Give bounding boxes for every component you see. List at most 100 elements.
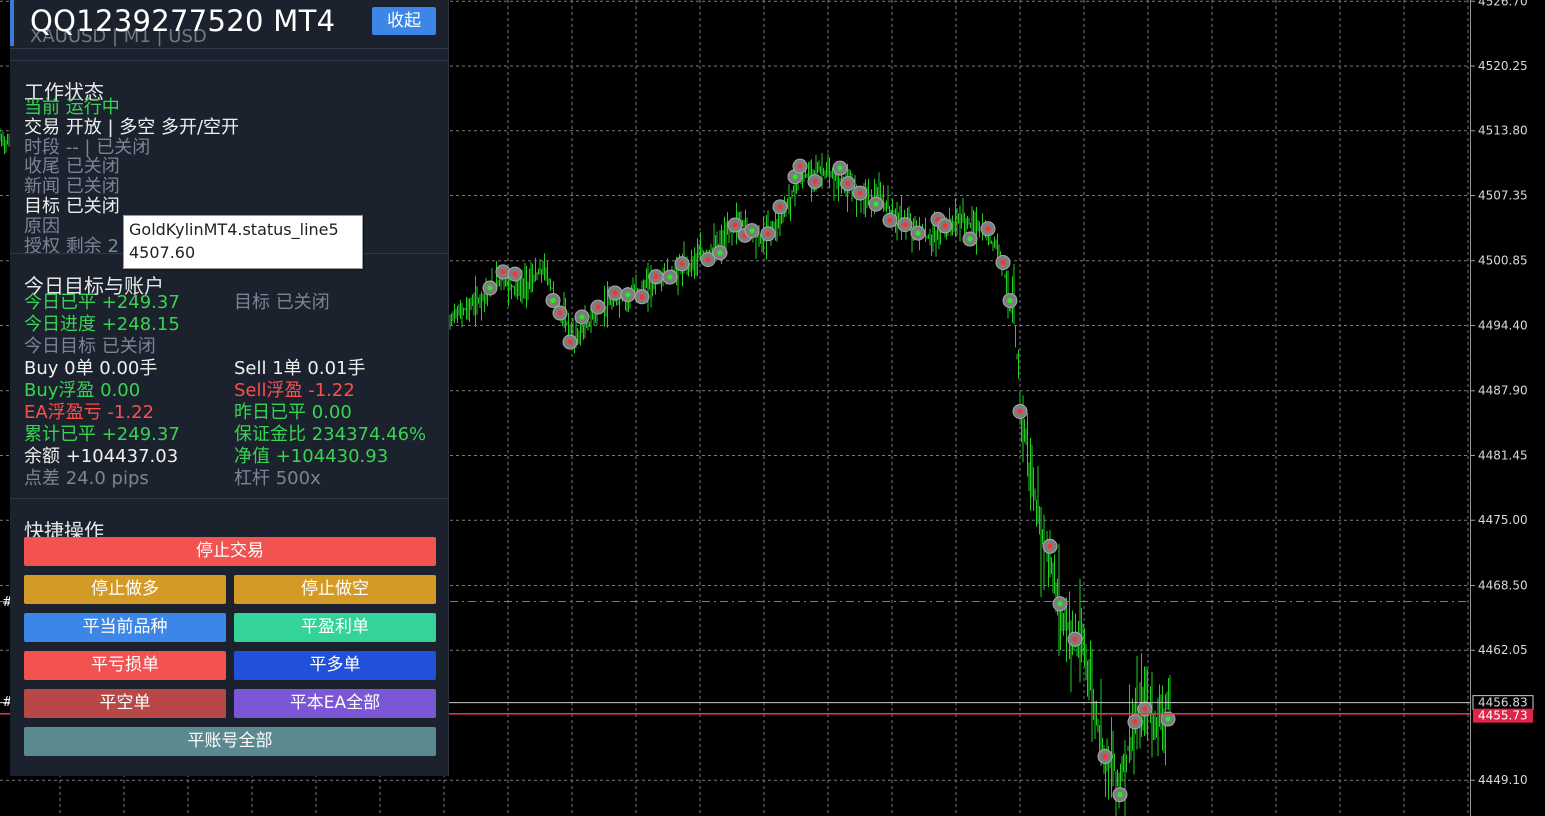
- status-row: 收尾 已关闭: [24, 156, 120, 178]
- trade-marker-dot: [887, 217, 893, 223]
- trade-marker-dot: [500, 269, 506, 275]
- price-tick-label: 4526.70: [1478, 0, 1528, 8]
- panel-accent-bar: [10, 0, 14, 46]
- trade-marker-dot: [749, 228, 755, 234]
- price-axis-bg: [1470, 0, 1545, 816]
- trade-marker-dot: [567, 339, 573, 345]
- account-left-row: 余额 +104437.03: [24, 446, 179, 467]
- trade-marker-dot: [915, 230, 921, 236]
- account-left-row: 今日进度 +248.15: [24, 314, 180, 335]
- price-tick-label: 4462.05: [1478, 643, 1528, 657]
- trade-marker-dot: [1117, 792, 1123, 798]
- close-account-all-button[interactable]: 平账号全部: [24, 727, 436, 756]
- account-left-row: 累计已平 +249.37: [24, 424, 180, 445]
- trade-marker-dot: [550, 297, 556, 303]
- divider: [10, 498, 448, 499]
- trade-markers: [482, 158, 1176, 803]
- trade-marker-dot: [1017, 408, 1023, 414]
- stop-trading-button[interactable]: 停止交易: [24, 537, 436, 566]
- trade-marker-dot: [873, 201, 879, 207]
- account-right-row: 净值 +104430.93: [234, 446, 389, 467]
- price-tick-label: 4468.50: [1478, 578, 1528, 592]
- status-row: 交易 开放 | 多空 多开/空开: [24, 116, 240, 138]
- stop-short-button[interactable]: 停止做空: [234, 575, 436, 604]
- account-right-row: 目标 已关闭: [234, 292, 330, 313]
- trade-marker-dot: [1072, 636, 1078, 642]
- price-tick-label: 4481.45: [1478, 448, 1528, 462]
- trade-marker-dot: [1132, 719, 1138, 725]
- trade-marker-dot: [639, 294, 645, 300]
- bid-price-label: 4455.73: [1478, 709, 1528, 723]
- trade-marker-dot: [777, 204, 783, 210]
- price-tick-label: 4513.80: [1478, 124, 1528, 138]
- status-row: 当前 运行中: [24, 97, 120, 118]
- price-tick-label: 4500.85: [1478, 254, 1528, 268]
- trade-marker-dot: [845, 181, 851, 187]
- status-row: 新闻 已关闭: [24, 176, 120, 198]
- trade-marker-dot: [612, 290, 618, 296]
- close-ea-all-button[interactable]: 平本EA全部: [234, 689, 436, 718]
- trade-marker-dot: [1000, 259, 1006, 265]
- panel-title: QQ1239277520 MT4: [30, 4, 336, 38]
- trade-marker-dot: [717, 250, 723, 256]
- trade-marker-dot: [837, 165, 843, 171]
- trade-marker-dot: [487, 285, 493, 291]
- trade-marker-dot: [985, 226, 991, 232]
- trade-marker-dot: [902, 222, 908, 228]
- trade-marker-dot: [732, 222, 738, 228]
- trade-marker-dot: [512, 271, 518, 277]
- close-sell-button[interactable]: 平空单: [24, 689, 226, 718]
- status-row: 原因: [24, 215, 60, 237]
- ea-control-panel: XAUUSD | M1 | USD QQ1239277520 MT4 收起 工作…: [10, 0, 449, 776]
- divider: [10, 48, 448, 49]
- trade-marker-dot: [557, 310, 563, 316]
- account-left-row: 点差 24.0 pips: [24, 468, 149, 489]
- price-tick-label: 4507.35: [1478, 188, 1528, 202]
- ask-price-label: 4456.83: [1478, 696, 1528, 710]
- trade-marker-dot: [625, 292, 631, 298]
- trade-marker-dot: [1047, 543, 1053, 549]
- trade-marker-dot: [812, 179, 818, 185]
- price-tick-label: 4487.90: [1478, 384, 1528, 398]
- trade-marker-dot: [967, 236, 973, 242]
- account-right-row: 保证金比 234374.46%: [234, 424, 427, 445]
- status-row: 目标 已关闭: [24, 196, 120, 217]
- trade-marker-dot: [857, 190, 863, 196]
- trade-marker-dot: [1007, 298, 1013, 304]
- account-left-row: 今日已平 +249.37: [24, 292, 180, 313]
- trade-marker-dot: [705, 257, 711, 263]
- trade-marker-dot: [1165, 716, 1171, 722]
- price-tick-label: 4494.40: [1478, 318, 1528, 332]
- trade-marker-dot: [595, 304, 601, 310]
- status-row: 时段 -- | 已关闭: [24, 136, 151, 158]
- trade-marker-dot: [1057, 601, 1063, 607]
- trade-marker-dot: [679, 261, 685, 267]
- close-symbol-button[interactable]: 平当前品种: [24, 613, 226, 642]
- trade-marker-dot: [1142, 706, 1148, 712]
- trade-marker-dot: [765, 231, 771, 237]
- stop-long-button[interactable]: 停止做多: [24, 575, 226, 604]
- trade-marker-dot: [942, 223, 948, 229]
- account-left-row: Buy浮盈 0.00: [24, 380, 141, 401]
- close-profit-button[interactable]: 平盈利单: [234, 613, 436, 642]
- collapse-button[interactable]: 收起: [372, 7, 436, 35]
- account-right-row: 昨日已平 0.00: [234, 402, 352, 423]
- account-left-row: EA浮盈亏 -1.22: [24, 402, 154, 423]
- close-loss-button[interactable]: 平亏损单: [24, 651, 226, 680]
- trade-marker-dot: [653, 274, 659, 280]
- trade-marker-dot: [667, 274, 673, 280]
- trade-marker-dot: [1102, 753, 1108, 759]
- divider: [10, 60, 448, 61]
- account-left-row: 今日目标 已关闭: [24, 336, 156, 357]
- tooltip-title: GoldKylinMT4.status_line5: [129, 220, 339, 239]
- price-tick-label: 4475.00: [1478, 513, 1528, 527]
- trade-marker-dot: [579, 314, 585, 320]
- account-right-row: Sell 1单 0.01手: [234, 358, 366, 379]
- chart-tooltip: GoldKylinMT4.status_line5 4507.60: [123, 215, 363, 269]
- account-left-row: Buy 0单 0.00手: [24, 358, 158, 379]
- close-buy-button[interactable]: 平多单: [234, 651, 436, 680]
- price-tick-label: 4449.10: [1478, 773, 1528, 787]
- trade-marker-dot: [792, 174, 798, 180]
- tooltip-value: 4507.60: [129, 243, 196, 262]
- account-right-row: Sell浮盈 -1.22: [234, 380, 355, 401]
